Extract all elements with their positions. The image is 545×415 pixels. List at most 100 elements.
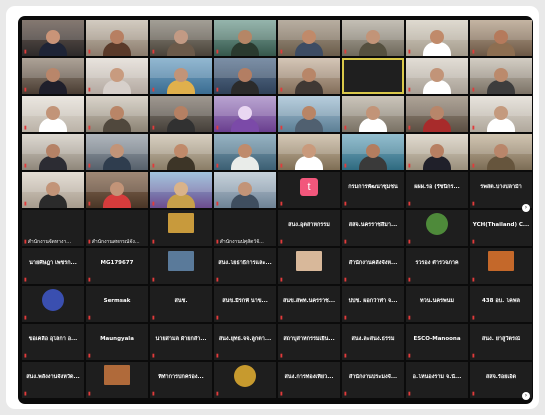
participant-tile[interactable]: นายสามล ผ้ายกลำ... ▮ [150,324,212,360]
participant-tile[interactable]: ▮ [86,58,148,94]
participant-tile[interactable]: ▮ [22,286,84,322]
participant-tile[interactable]: รพสต.บางปลาม้า ▮ [470,172,532,208]
participant-tile[interactable]: สนง.ยุทธ.จจ.ลูกตา... ▮ [214,324,276,360]
participant-tile[interactable]: ▮ [214,20,276,56]
muted-mic-icon: ▮ [408,277,411,283]
participant-tile[interactable]: ▮ [86,362,148,398]
participant-tile[interactable]: ▮ [22,20,84,56]
muted-mic-icon: ▮ [88,87,91,93]
participant-tile[interactable]: ▮ [406,58,468,94]
participant-tile[interactable]: ▮ [406,20,468,56]
muted-mic-icon: ▮ [408,239,411,245]
participant-tile[interactable]: Sermsak ▮ [86,286,148,322]
participant-tile[interactable]: ▮ [214,172,276,208]
participant-tile[interactable]: ▮ [278,248,340,284]
participant-tile[interactable]: สสจ.นครราชสีมา... ▮ [342,210,404,246]
participant-tile[interactable]: ▮ [86,96,148,132]
participant-name-label: ▮ [216,353,274,359]
participant-tile[interactable]: ▮สำนักงานปศุสัตว์จั... [214,210,276,246]
participant-tile[interactable]: ▮ [150,172,212,208]
participant-tile[interactable]: สนง.การท่องเที่ยว... ▮ [278,362,340,398]
participant-tile[interactable]: ▮ [86,134,148,170]
participant-tile[interactable]: สนง.พลังงานจังหวัด... ▮ [22,362,84,398]
participant-tile[interactable]: ▮ [150,20,212,56]
next-page-button-bottom[interactable]: › [522,392,530,400]
participant-tile[interactable]: ผผผ.รอ (รัชนีกร... ▮ [406,172,468,208]
participant-tile[interactable]: ▮ [470,96,532,132]
participant-tile[interactable]: ▮ [150,210,212,246]
participant-head [110,68,124,82]
participant-tile[interactable]: ▮ [150,248,212,284]
participant-tile[interactable]: ▮ [342,20,404,56]
participant-tile[interactable]: ▮ [150,134,212,170]
muted-mic-icon: ▮ [88,239,91,245]
participant-tile[interactable]: t ▮ [278,172,340,208]
participant-tile[interactable]: ▮ [214,96,276,132]
participant-tile[interactable]: ▮ [278,20,340,56]
participant-tile[interactable]: สนข.สพท.นครราช... ▮ [278,286,340,322]
participant-tile[interactable]: ▮ [278,96,340,132]
muted-mic-icon: ▮ [280,353,283,359]
participant-tile[interactable]: MG179677 ▮ [86,248,148,284]
next-page-button[interactable]: › [522,204,530,212]
participant-tile[interactable]: ▮ [342,134,404,170]
participant-tile[interactable]: ▮ [278,58,340,94]
participant-tile[interactable]: สนง.โยธาธิการและ... ▮ [214,248,276,284]
participant-tile[interactable]: รวรอง ตำรวจภาค ▮ [406,248,468,284]
muted-mic-icon: ▮ [408,87,411,93]
participant-tile[interactable]: ▮ [22,134,84,170]
participant-tile[interactable]: ▮ [86,172,148,208]
participant-name-label: ▮ [216,315,274,321]
participant-name-label: ▮ [24,353,82,359]
participant-tile[interactable]: ▮ [214,58,276,94]
participant-name-label: ▮ [152,49,210,55]
participant-tile[interactable]: ปปช. ผอกว่าทำ จ... ▮ [342,286,404,322]
participant-tile[interactable] [342,58,404,94]
participant-tile[interactable]: ▮ [22,96,84,132]
participant-tile[interactable]: สนง.ละสนง.ธรรม ▮ [342,324,404,360]
participant-tile[interactable]: Maungyala ▮ [86,324,148,360]
participant-head [430,30,444,44]
participant-tile[interactable]: สำนักงานคลังจังห... ▮ [342,248,404,284]
participant-name-label: ▮ [408,277,466,283]
participant-tile[interactable]: สนช. ▮ [150,286,212,322]
participant-tile[interactable]: ▮ [470,20,532,56]
participant-tile[interactable]: สถาบุสาหกรรมเยีน... ▮ [278,324,340,360]
participant-tile[interactable]: ▮ [406,134,468,170]
participant-tile[interactable]: ▮ [150,58,212,94]
participant-tile[interactable]: สนง.อุตสาหกรรม ▮ [278,210,340,246]
participant-tile[interactable]: ▮ [150,96,212,132]
participant-tile[interactable]: ขอเคลือ อุไลกา อ... ▮ [22,324,84,360]
participant-tile[interactable]: 438 อบ. โคฟล ▮ [470,286,532,322]
participant-tile[interactable]: YCH(Thailand) C... ▮ [470,210,532,246]
participant-tile[interactable]: ทวน.นครพนม ▮ [406,286,468,322]
participant-tile[interactable]: ▮ [22,58,84,94]
participant-tile[interactable]: ▮ [470,58,532,94]
profile-picture [168,213,194,233]
muted-mic-icon: ▮ [344,125,347,131]
participant-name-label: ▮ [88,49,146,55]
participant-tile[interactable]: ที่ทำการปกครอง... ▮ [150,362,212,398]
participant-tile[interactable]: อ.โหนองราม จ.นั... ▮ [406,362,468,398]
participant-head [110,106,124,120]
participant-tile[interactable]: ▮ [214,362,276,398]
muted-mic-icon: ▮ [152,49,155,55]
participant-tile[interactable]: สนง. ยาสูวัตรณ์ ▮ [470,324,532,360]
participant-tile[interactable]: ▮ [406,96,468,132]
participant-tile[interactable]: ▮ [406,210,468,246]
participant-tile[interactable]: ▮ [470,134,532,170]
participant-tile[interactable]: ▮สำนักงานจัดหางา... [22,210,84,246]
participant-tile[interactable]: ▮สำนักงานสหกรณ์จัง... [86,210,148,246]
participant-name-label: ▮ [472,239,530,245]
participant-tile[interactable]: สนข.มีรกฟ์ นาข... ▮ [214,286,276,322]
participant-tile[interactable]: ESCO-Manoona ▮ [406,324,468,360]
participant-tile[interactable]: ▮ [278,134,340,170]
participant-tile[interactable]: ▮ [22,172,84,208]
participant-tile[interactable]: สำนักงานประมงจั... ▮ [342,362,404,398]
participant-tile[interactable]: ▮ [86,20,148,56]
participant-tile[interactable]: กรมการพัฒนาชุมชน ▮ [342,172,404,208]
participant-tile[interactable]: ▮ [342,96,404,132]
participant-tile[interactable]: ▮ [214,134,276,170]
participant-tile[interactable]: ▮ [470,248,532,284]
participant-tile[interactable]: นายศิษฎา เพชรก... ▮ [22,248,84,284]
